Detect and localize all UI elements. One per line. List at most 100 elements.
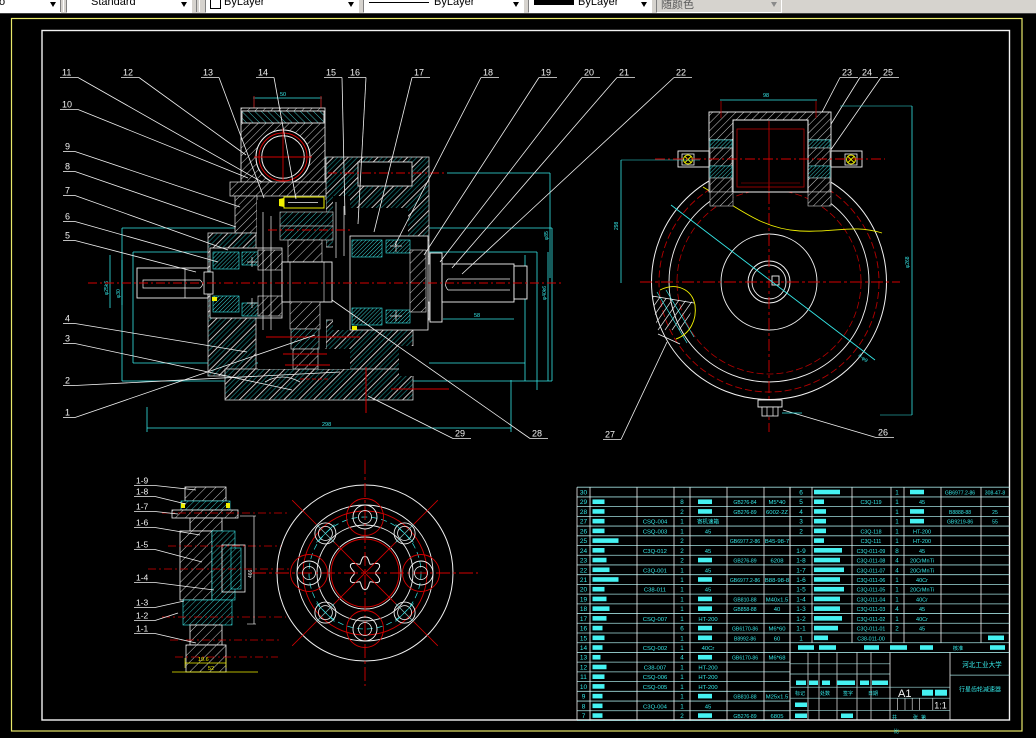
svg-text:1: 1 (895, 616, 899, 623)
svg-text:23: 23 (580, 558, 588, 565)
svg-text:B8992-86: B8992-86 (734, 636, 756, 642)
svg-text:16: 16 (580, 626, 588, 633)
svg-text:1-1: 1-1 (796, 626, 806, 633)
svg-text:45: 45 (705, 704, 712, 710)
svg-text:GB810-88: GB810-88 (733, 597, 756, 603)
svg-text:2: 2 (799, 528, 803, 535)
svg-text:29: 29 (455, 429, 465, 439)
svg-text:4: 4 (895, 558, 899, 565)
svg-text:1: 1 (799, 635, 803, 642)
svg-text:核准: 核准 (953, 644, 964, 652)
svg-text:466: 466 (248, 569, 254, 578)
svg-text:4: 4 (895, 567, 899, 574)
svg-text:21: 21 (619, 68, 629, 78)
svg-text:50: 50 (280, 92, 286, 98)
svg-text:19: 19 (580, 596, 588, 603)
svg-text:GB276-84: GB276-84 (733, 500, 756, 506)
svg-text:GB858-88: GB858-88 (733, 607, 756, 613)
svg-text:8: 8 (582, 703, 586, 710)
svg-text:1-3: 1-3 (136, 598, 149, 608)
svg-text:张: 张 (913, 714, 918, 721)
svg-text:16: 16 (350, 68, 360, 78)
svg-text:40Cr: 40Cr (916, 597, 928, 603)
svg-text:处数: 处数 (820, 690, 830, 697)
svg-text:55: 55 (992, 520, 998, 526)
svg-text:12: 12 (580, 664, 588, 671)
svg-text:1: 1 (680, 664, 684, 671)
svg-text:45: 45 (705, 568, 712, 574)
svg-text:52: 52 (208, 666, 214, 672)
svg-text:比: 比 (894, 728, 899, 735)
svg-text:1:1: 1:1 (934, 701, 947, 711)
svg-text:C3Q-118: C3Q-118 (860, 529, 881, 535)
svg-text:GB6170-86: GB6170-86 (732, 656, 758, 662)
svg-text:25: 25 (883, 68, 893, 78)
svg-text:25: 25 (580, 538, 588, 545)
svg-text:27: 27 (605, 430, 615, 440)
svg-text:CSQ-004: CSQ-004 (643, 520, 668, 526)
svg-text:17: 17 (414, 68, 424, 78)
svg-text:CSQ-002: CSQ-002 (643, 646, 668, 652)
svg-text:1: 1 (65, 408, 70, 418)
svg-text:40Cr: 40Cr (702, 646, 715, 652)
svg-text:C3Q-011-03: C3Q-011-03 (857, 607, 886, 613)
svg-text:1: 1 (895, 538, 899, 545)
svg-text:1: 1 (680, 703, 684, 710)
svg-text:1-6: 1-6 (136, 518, 149, 528)
svg-text:1: 1 (680, 567, 684, 574)
svg-text:2: 2 (680, 509, 684, 516)
svg-text:28: 28 (532, 429, 542, 439)
svg-text:C3Q-011-01: C3Q-011-01 (857, 627, 886, 633)
svg-text:24: 24 (862, 68, 872, 78)
svg-text:1: 1 (680, 616, 684, 623)
svg-text:1-2: 1-2 (136, 611, 149, 621)
svg-text:20: 20 (584, 68, 594, 78)
svg-text:1: 1 (680, 596, 684, 603)
svg-text:GB6977.2-86: GB6977.2-86 (730, 578, 760, 584)
svg-text:1-8: 1-8 (136, 487, 149, 497)
svg-text:C38-011-00: C38-011-00 (857, 636, 885, 642)
svg-text:φ30: φ30 (116, 289, 122, 298)
svg-text:φ40k6: φ40k6 (542, 286, 548, 300)
svg-text:18: 18 (483, 68, 493, 78)
svg-text:30: 30 (580, 490, 588, 497)
svg-text:12: 12 (123, 68, 133, 78)
svg-text:6: 6 (680, 626, 684, 633)
svg-text:8: 8 (895, 548, 899, 555)
svg-text:M5*40: M5*40 (768, 500, 786, 506)
svg-text:1: 1 (680, 528, 684, 535)
svg-text:1: 1 (895, 490, 899, 497)
svg-text:GB9219-86: GB9219-86 (947, 520, 973, 526)
svg-text:1: 1 (680, 587, 684, 594)
svg-text:10: 10 (62, 100, 72, 110)
svg-text:C3Q-012: C3Q-012 (643, 549, 667, 555)
svg-text:1-7: 1-7 (136, 502, 149, 512)
svg-text:1-8: 1-8 (796, 558, 806, 565)
svg-text:40Cr: 40Cr (916, 617, 928, 623)
svg-text:3: 3 (65, 334, 70, 344)
svg-text:19: 19 (541, 68, 551, 78)
svg-text:1-6: 1-6 (796, 577, 806, 584)
svg-text:1: 1 (680, 645, 684, 652)
svg-text:27: 27 (580, 519, 588, 526)
svg-text:HT-200: HT-200 (698, 665, 718, 671)
svg-text:M25x1.5: M25x1.5 (766, 695, 789, 701)
svg-text:1: 1 (680, 606, 684, 613)
svg-text:3: 3 (799, 519, 803, 526)
svg-text:298: 298 (614, 221, 620, 230)
svg-text:C3Q-011-02: C3Q-011-02 (857, 617, 886, 623)
svg-text:GB6977.2-86: GB6977.2-86 (945, 491, 975, 497)
svg-text:1-7: 1-7 (796, 567, 806, 574)
svg-text:M6*60: M6*60 (768, 627, 786, 633)
svg-text:13: 13 (580, 655, 588, 662)
svg-text:CSQ-007: CSQ-007 (643, 617, 668, 623)
svg-text:20CrMnTi: 20CrMnTi (910, 588, 934, 594)
svg-text:1-9: 1-9 (796, 548, 806, 555)
svg-text:1: 1 (680, 635, 684, 642)
svg-text:18: 18 (580, 606, 588, 613)
svg-text:4: 4 (799, 509, 803, 516)
svg-text:5: 5 (799, 499, 803, 506)
svg-text:C38-011: C38-011 (644, 588, 666, 594)
svg-text:11: 11 (580, 674, 587, 681)
svg-text:C3Q-011-05: C3Q-011-05 (857, 588, 886, 594)
